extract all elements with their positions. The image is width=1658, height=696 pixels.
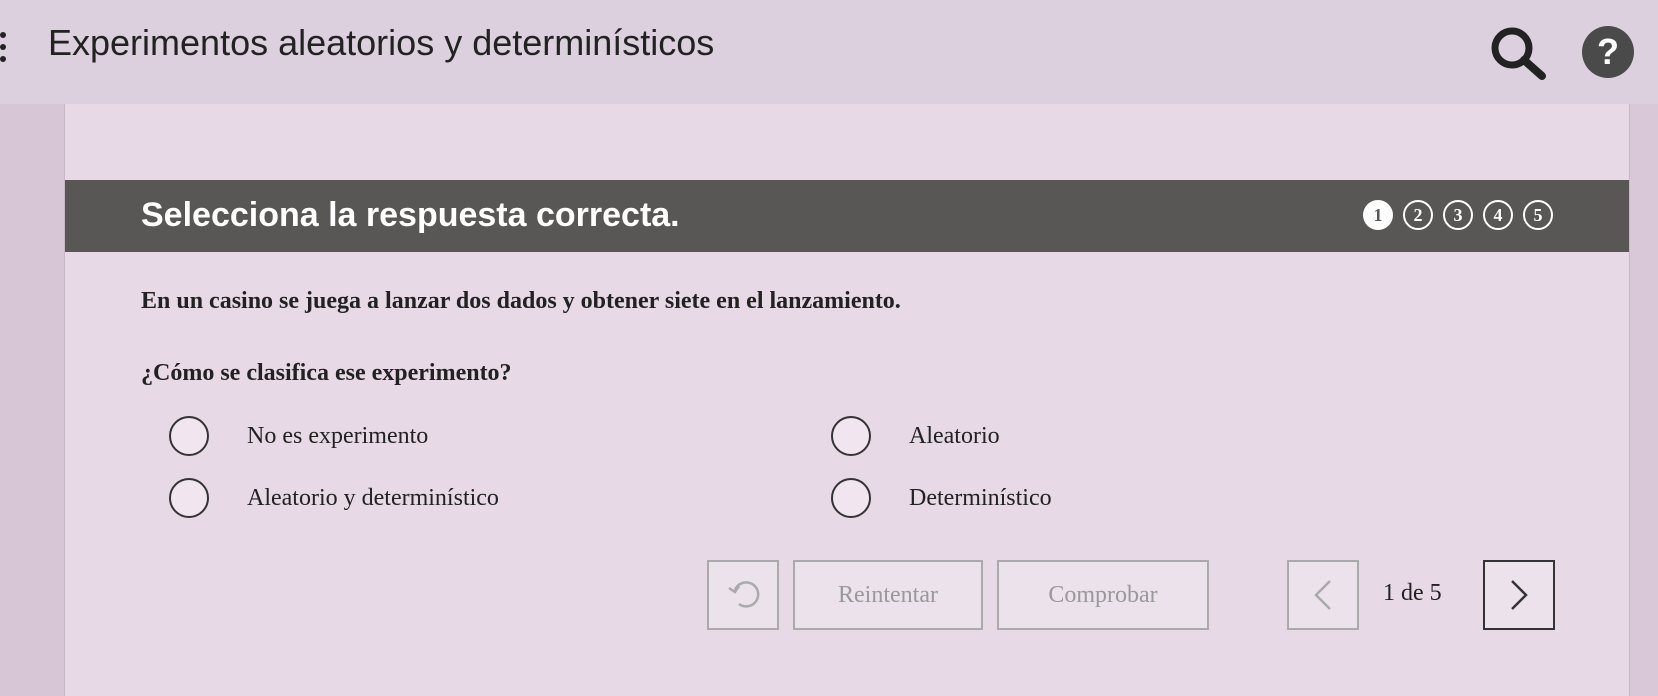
option-deterministico[interactable]: Determinístico (831, 478, 1052, 518)
previous-button[interactable] (1287, 560, 1359, 630)
option-label: No es experimento (247, 422, 429, 449)
radio-button[interactable] (831, 478, 871, 518)
step-4[interactable]: 4 (1483, 200, 1513, 230)
page-indicator: 1 de 5 (1383, 580, 1442, 606)
undo-button[interactable] (707, 560, 779, 630)
step-1[interactable]: 1 (1363, 200, 1393, 230)
search-button[interactable] (1488, 26, 1550, 82)
app-header: Experimentos aleatorios y determinístico… (0, 0, 1658, 106)
step-2[interactable]: 2 (1403, 200, 1433, 230)
search-icon (1491, 27, 1546, 80)
instruction-text: Selecciona la respuesta correcta. (141, 196, 680, 234)
menu-icon[interactable] (0, 32, 8, 66)
help-icon: ? (1597, 31, 1619, 72)
option-label: Aleatorio (909, 422, 1000, 449)
option-no-experimento[interactable]: No es experimento (169, 416, 428, 456)
chevron-left-icon (1314, 580, 1331, 610)
option-label: Aleatorio y determinístico (247, 484, 499, 511)
step-3[interactable]: 3 (1443, 200, 1473, 230)
retry-button[interactable]: Reintentar (793, 560, 983, 630)
check-button[interactable]: Comprobar (997, 560, 1209, 630)
help-button[interactable]: ? (1582, 26, 1634, 78)
option-aleatorio-y-deterministico[interactable]: Aleatorio y determinístico (169, 478, 499, 518)
question-statement: En un casino se juega a lanzar dos dados… (141, 288, 901, 314)
undo-icon (728, 581, 760, 608)
step-5[interactable]: 5 (1523, 200, 1553, 230)
activity-panel: Selecciona la respuesta correcta. 1 2 3 … (64, 104, 1630, 696)
option-aleatorio[interactable]: Aleatorio (831, 416, 1000, 456)
controls-bar: Reintentar Comprobar 1 de 5 (65, 560, 1629, 632)
next-button[interactable] (1483, 560, 1555, 630)
radio-button[interactable] (169, 478, 209, 518)
instruction-bar: Selecciona la respuesta correcta. 1 2 3 … (65, 180, 1629, 252)
option-label: Determinístico (909, 484, 1052, 511)
question-prompt: ¿Cómo se clasifica ese experimento? (141, 360, 512, 386)
step-indicator: 1 2 3 4 5 (1363, 200, 1553, 232)
chevron-right-icon (1511, 580, 1528, 610)
right-gutter (1628, 104, 1658, 696)
radio-button[interactable] (831, 416, 871, 456)
radio-button[interactable] (169, 416, 209, 456)
left-gutter (0, 104, 64, 696)
page-title: Experimentos aleatorios y determinístico… (48, 22, 715, 63)
